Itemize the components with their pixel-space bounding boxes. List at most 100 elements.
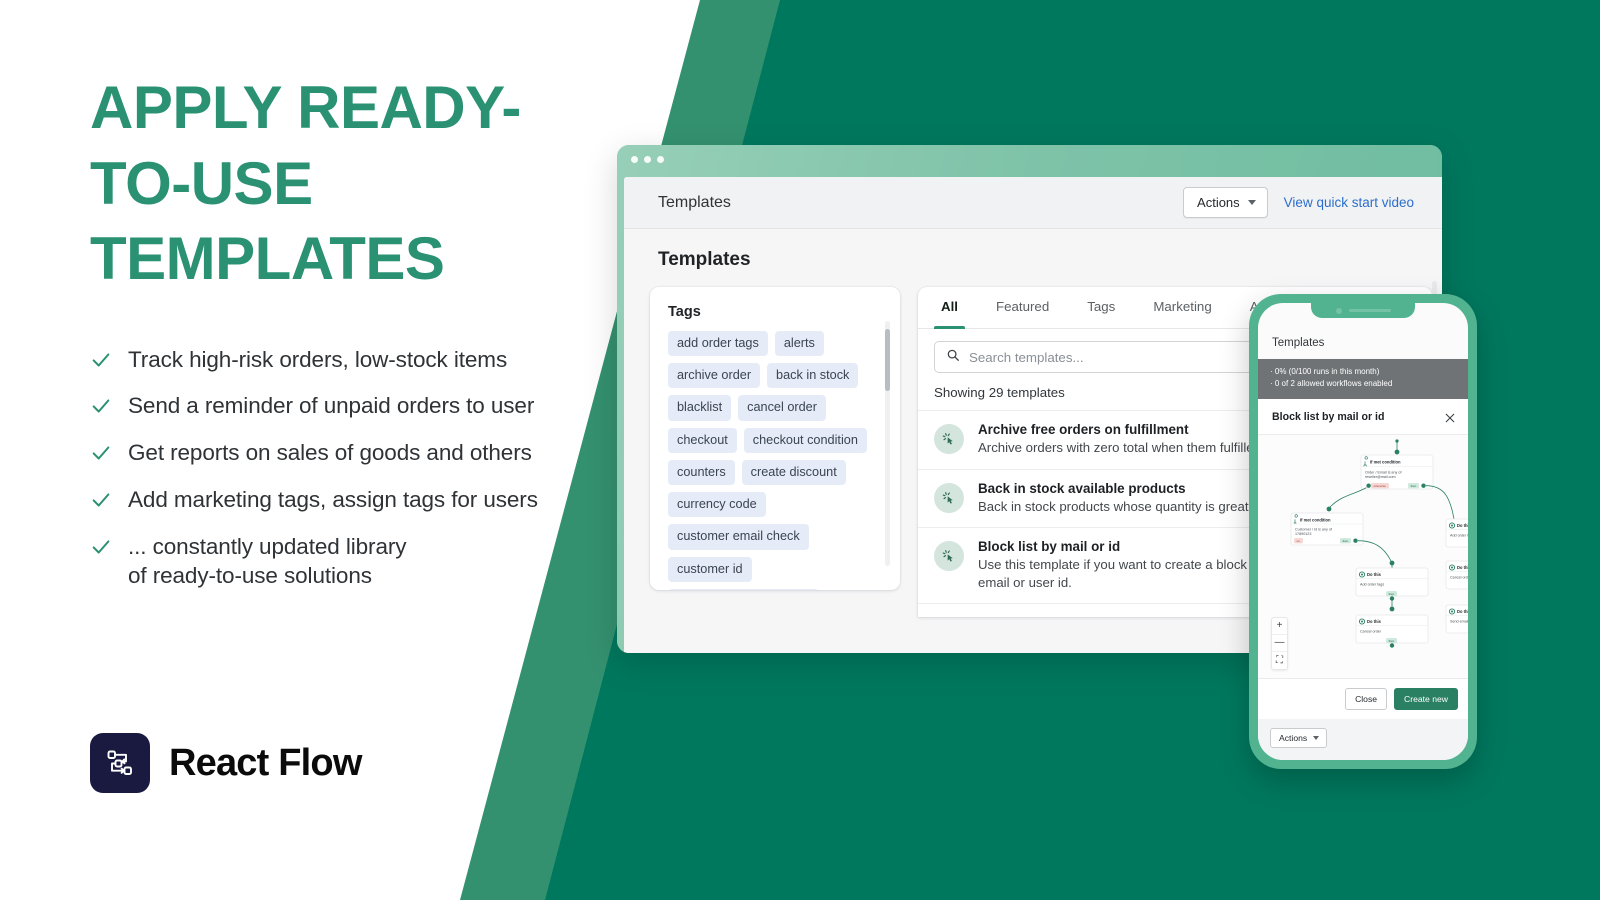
click-cursor-icon bbox=[934, 541, 964, 572]
click-cursor-icon bbox=[934, 482, 964, 513]
svg-text:Customer / Id is any of: Customer / Id is any of bbox=[1295, 527, 1333, 531]
list-item: Add marketing tags, assign tags for user… bbox=[90, 485, 610, 515]
phone-mockup: Templates · 0% (0/100 runs in this month… bbox=[1249, 294, 1477, 769]
tab-featured[interactable]: Featured bbox=[977, 287, 1068, 328]
react-flow-nodes-icon bbox=[90, 733, 150, 793]
check-icon bbox=[90, 395, 112, 417]
click-cursor-icon bbox=[934, 424, 964, 454]
list-item: Track high-risk orders, low-stock items bbox=[90, 345, 610, 375]
svg-text:Do this: Do this bbox=[1367, 619, 1382, 624]
bullet-label: Track high-risk orders, low-stock items bbox=[128, 346, 508, 372]
phone-bottom-bar: Actions bbox=[1258, 718, 1468, 760]
tag-chip[interactable]: customer email check bbox=[668, 524, 809, 550]
tags-panel: Tags add order tags alerts archive order… bbox=[650, 287, 900, 590]
check-icon bbox=[90, 349, 112, 371]
tag-chip[interactable]: create discount bbox=[741, 459, 846, 486]
check-icon bbox=[90, 536, 112, 558]
check-icon bbox=[90, 442, 112, 464]
tag-chip[interactable]: currency code bbox=[668, 492, 766, 518]
topbar-title: Templates bbox=[658, 193, 731, 211]
svg-text:reseller@mail.com: reseller@mail.com bbox=[1365, 475, 1396, 479]
modal-footer: Close Create new bbox=[1258, 677, 1468, 719]
phone-actions-label: Actions bbox=[1279, 732, 1308, 743]
create-new-button[interactable]: Create new bbox=[1394, 687, 1458, 710]
svg-text:Cancel order: Cancel order bbox=[1450, 575, 1468, 579]
page-title: APPLY READY-TO-USE TEMPLATES bbox=[90, 74, 521, 293]
svg-text:then: then bbox=[1389, 639, 1395, 643]
window-titlebar bbox=[617, 145, 1442, 173]
app-topbar: Templates Actions View quick start video bbox=[624, 177, 1442, 229]
template-description: Archive orders with zero total when them… bbox=[978, 440, 1265, 455]
quick-start-video-link[interactable]: View quick start video bbox=[1284, 195, 1414, 210]
svg-text:Cancel order: Cancel order bbox=[1360, 629, 1382, 633]
phone-actions-button[interactable]: Actions bbox=[1270, 727, 1328, 748]
svg-text:Do this: Do this bbox=[1457, 609, 1468, 614]
tag-chip[interactable]: add order tags bbox=[668, 331, 768, 357]
svg-text:If met condition: If met condition bbox=[1300, 517, 1331, 522]
close-icon[interactable] bbox=[1444, 411, 1456, 423]
list-item: Send a reminder of unpaid orders to user bbox=[90, 391, 610, 421]
actions-button-label: Actions bbox=[1197, 195, 1240, 210]
zoom-out-button[interactable]: — bbox=[1272, 635, 1287, 652]
topbar-actions: Actions View quick start video bbox=[1183, 187, 1414, 218]
tag-chip[interactable]: blacklist bbox=[668, 395, 732, 421]
search-placeholder: Search templates... bbox=[969, 349, 1084, 365]
page-heading: Templates bbox=[658, 249, 751, 270]
tag-chip[interactable]: checkout condition bbox=[743, 427, 867, 453]
bullet-label: ... constantly updated library of ready-… bbox=[128, 533, 407, 589]
tags-scrollbar[interactable] bbox=[885, 321, 890, 566]
tag-chip[interactable]: customer spent amount bbox=[668, 588, 819, 590]
chevron-down-icon bbox=[1313, 735, 1320, 740]
zoom-controls: + — ⛶ bbox=[1271, 616, 1288, 670]
svg-text:then: then bbox=[1343, 539, 1349, 543]
bullet-label: Send a reminder of unpaid orders to user bbox=[128, 393, 535, 419]
zoom-in-button[interactable]: + bbox=[1272, 618, 1287, 635]
window-minimize-dot[interactable] bbox=[644, 155, 651, 163]
bullet-label: Add marketing tags, assign tags for user… bbox=[128, 486, 538, 512]
svg-text:Do this: Do this bbox=[1457, 565, 1468, 570]
list-item: ... constantly updated library of ready-… bbox=[90, 532, 610, 591]
speaker-icon bbox=[1348, 309, 1391, 312]
modal-header: Block list by mail or id bbox=[1258, 398, 1468, 435]
tag-chip[interactable]: alerts bbox=[774, 331, 824, 357]
window-maximize-dot[interactable] bbox=[657, 155, 664, 163]
search-icon bbox=[946, 348, 960, 367]
actions-button[interactable]: Actions bbox=[1183, 187, 1268, 218]
tag-chip[interactable]: counters bbox=[668, 459, 735, 486]
svg-text:Do this: Do this bbox=[1367, 572, 1382, 577]
phone-notch bbox=[1311, 303, 1415, 318]
svg-text:Send email: Send email bbox=[1450, 619, 1468, 623]
hero-column: APPLY READY-TO-USE TEMPLATES Track high-… bbox=[90, 70, 610, 608]
list-item: Get reports on sales of goods and others bbox=[90, 438, 610, 468]
svg-text:Do this: Do this bbox=[1457, 523, 1468, 528]
tags-panel-heading: Tags bbox=[668, 304, 701, 320]
banner-line-workflows: · 0 of 2 allowed workflows enabled bbox=[1270, 379, 1393, 389]
tag-chip[interactable]: cancel order bbox=[738, 395, 826, 421]
window-close-dot[interactable] bbox=[631, 155, 638, 163]
modal-title: Block list by mail or id bbox=[1272, 410, 1385, 423]
feature-bullet-list: Track high-risk orders, low-stock items … bbox=[90, 345, 610, 591]
usage-banner: · 0% (0/100 runs in this month) · 0 of 2… bbox=[1258, 359, 1468, 399]
tab-tags[interactable]: Tags bbox=[1068, 287, 1134, 328]
tag-chip[interactable]: checkout bbox=[668, 427, 737, 453]
banner-line-runs: · 0% (0/100 runs in this month) bbox=[1270, 367, 1380, 376]
tag-chip[interactable]: back in stock bbox=[767, 363, 859, 389]
svg-text:If met condition: If met condition bbox=[1370, 459, 1401, 464]
template-title: Copy purchased product tags to the custo… bbox=[978, 615, 1284, 617]
svg-text:then: then bbox=[1411, 484, 1417, 488]
fit-view-button[interactable]: ⛶ bbox=[1272, 652, 1287, 669]
workflow-canvas[interactable]: .nd { fill:#fff; stroke:#e7e8ea; stroke-… bbox=[1258, 434, 1468, 678]
tab-marketing[interactable]: Marketing bbox=[1134, 287, 1230, 328]
svg-text:Add order tags: Add order tags bbox=[1450, 533, 1468, 537]
svg-text:then: then bbox=[1389, 592, 1395, 596]
tab-all[interactable]: All bbox=[922, 287, 977, 329]
brand-name: React Flow bbox=[169, 741, 362, 784]
template-title: Archive free orders on fulfillment bbox=[978, 422, 1189, 437]
tag-chip[interactable]: archive order bbox=[668, 363, 761, 389]
tag-chip[interactable]: customer id bbox=[668, 556, 752, 582]
check-icon bbox=[90, 489, 112, 511]
close-button[interactable]: Close bbox=[1345, 687, 1388, 710]
svg-text:17890123: 17890123 bbox=[1295, 532, 1311, 536]
chevron-down-icon bbox=[1247, 200, 1256, 205]
svg-text:no: no bbox=[1297, 539, 1301, 543]
